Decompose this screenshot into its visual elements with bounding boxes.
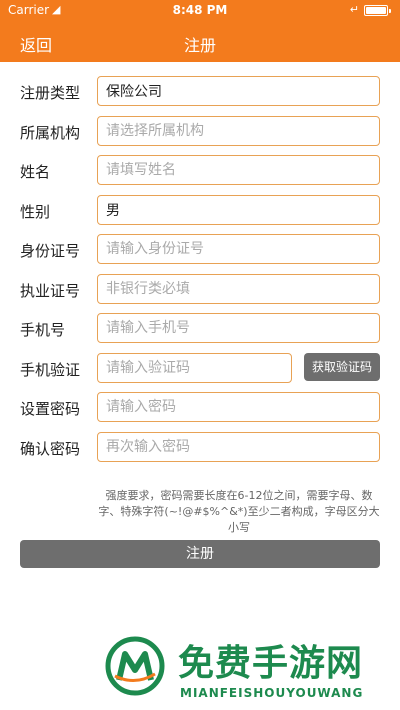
- row-password: 设置密码: [0, 388, 400, 428]
- status-bar: Carrier ◢ 8:48 PM ↵: [0, 0, 400, 22]
- gender-label: 性别: [20, 202, 51, 221]
- register-button[interactable]: 注册: [20, 540, 380, 568]
- nav-bar: 返回 注册: [0, 22, 400, 62]
- watermark-logo-icon: [105, 636, 165, 696]
- row-gender: 性别: [0, 191, 400, 231]
- row-register-type: 注册类型: [0, 72, 400, 112]
- organization-select[interactable]: [97, 115, 380, 146]
- organization-label: 所属机构: [20, 123, 81, 142]
- page-title: 注册: [183, 36, 216, 55]
- status-time: 8:48 PM: [172, 3, 228, 17]
- watermark: 免费手游网 MIANFEISHOUYOUWANG: [100, 628, 390, 706]
- row-confirm-password: 确认密码: [0, 428, 400, 468]
- register-type-label: 注册类型: [20, 84, 81, 102]
- row-name: 姓名: [0, 151, 400, 191]
- get-code-button[interactable]: 获取验证码: [304, 352, 380, 381]
- watermark-subtitle: MIANFEISHOUYOUWANG: [180, 686, 364, 700]
- phone-input[interactable]: [97, 313, 380, 343]
- password-input[interactable]: [97, 392, 380, 422]
- row-phone: 手机号: [0, 309, 400, 349]
- license-number-label: 执业证号: [20, 281, 81, 300]
- register-type-select[interactable]: [97, 76, 380, 106]
- verify-code-label: 手机验证: [20, 360, 81, 379]
- id-number-label: 身份证号: [20, 242, 81, 260]
- gender-select[interactable]: [97, 194, 380, 225]
- register-form: 注册类型 所属机构 姓名 性别 身份证号 执业证号 手机号 手机验证 获取验证码…: [0, 72, 400, 467]
- watermark-title: 免费手游网: [178, 643, 364, 684]
- verify-code-input[interactable]: [97, 352, 292, 383]
- name-input[interactable]: [97, 155, 380, 185]
- confirm-password-input[interactable]: [97, 431, 380, 462]
- row-id-number: 身份证号: [0, 230, 400, 270]
- battery-icon: [364, 5, 391, 16]
- row-organization: 所属机构: [0, 112, 400, 152]
- row-license-number: 执业证号: [0, 270, 400, 310]
- id-number-input[interactable]: [97, 234, 380, 264]
- password-hint: 强度要求，密码需要长度在6-12位之间，需要字母、数字、特殊字符(~!@#$%^…: [98, 489, 380, 534]
- row-verify-code: 手机验证 获取验证码: [0, 349, 400, 389]
- password-label: 设置密码: [20, 400, 81, 418]
- phone-label: 手机号: [20, 321, 66, 339]
- charging-icon: ↵: [349, 3, 359, 16]
- confirm-password-label: 确认密码: [20, 439, 81, 458]
- license-number-input[interactable]: [97, 273, 380, 304]
- header: Carrier ◢ 8:48 PM ↵ 返回 注册: [0, 0, 400, 62]
- name-label: 姓名: [20, 163, 51, 181]
